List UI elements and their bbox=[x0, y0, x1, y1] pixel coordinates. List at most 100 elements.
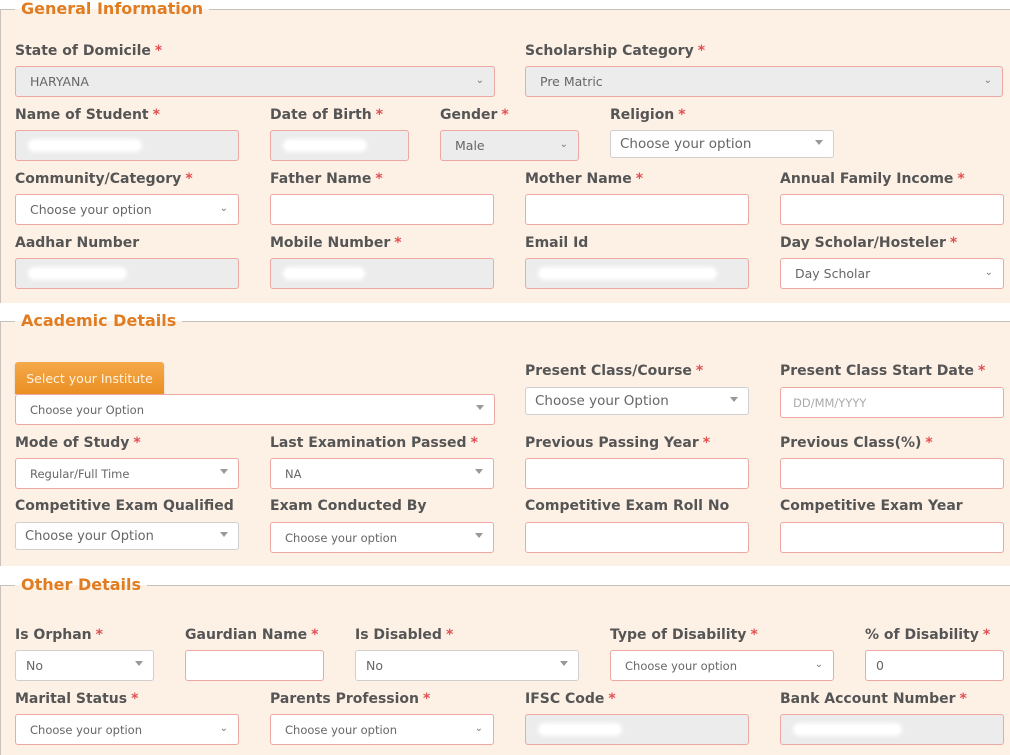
required-asterisk: * bbox=[750, 627, 758, 643]
field-label: Parents Profession * bbox=[270, 691, 430, 707]
field-label: Email Id bbox=[525, 235, 588, 251]
required-asterisk: * bbox=[375, 171, 383, 187]
field-label: Father Name * bbox=[270, 171, 383, 187]
field-label: Gender * bbox=[440, 107, 509, 123]
required-asterisk: * bbox=[702, 435, 711, 451]
chevron-down-icon: ⌄ bbox=[984, 267, 993, 278]
field-label: % of Disability * bbox=[865, 627, 990, 643]
field-label-text: Gender bbox=[440, 107, 498, 123]
chevron-down-icon: ⌄ bbox=[559, 139, 568, 150]
required-asterisk: * bbox=[152, 107, 160, 123]
mother-name-input[interactable] bbox=[525, 194, 749, 225]
type-of-disability-select[interactable]: Choose your option ⌄ bbox=[610, 650, 834, 681]
required-asterisk: * bbox=[608, 691, 616, 707]
field-label-text: Email Id bbox=[525, 235, 589, 251]
section-academic-details: Academic Details Select your Institute C… bbox=[0, 310, 1010, 566]
section-title-academic: Academic Details bbox=[15, 310, 183, 332]
percent-of-disability-input[interactable]: 0 bbox=[865, 650, 1004, 681]
redacted-value bbox=[30, 269, 125, 278]
required-asterisk: * bbox=[501, 107, 509, 123]
present-class-course-select[interactable]: Choose your Option bbox=[525, 387, 749, 415]
redacted-value bbox=[540, 269, 715, 278]
chevron-down-icon: ⌄ bbox=[474, 723, 483, 734]
institute-select[interactable]: Choose your Option bbox=[15, 394, 495, 425]
section-general-information: General Information State of Domicile * H… bbox=[0, 0, 1010, 303]
ifsc-code-input[interactable] bbox=[525, 714, 749, 745]
redacted-value bbox=[795, 725, 900, 734]
competitive-exam-qualified-select[interactable]: Choose your Option bbox=[15, 522, 239, 550]
chevron-down-icon: ⌄ bbox=[219, 203, 228, 214]
field-value: Choose your option bbox=[285, 722, 397, 737]
field-label-text: IFSC Code bbox=[525, 691, 605, 707]
previous-passing-year-input[interactable] bbox=[525, 458, 749, 489]
field-label-text: Marital Status bbox=[15, 691, 128, 707]
field-label: Mobile Number * bbox=[270, 235, 402, 251]
marital-status-select[interactable]: Choose your option ⌄ bbox=[15, 714, 239, 745]
field-label: Religion * bbox=[610, 107, 686, 123]
field-label: Annual Family Income * bbox=[780, 171, 965, 187]
field-label-text: Religion bbox=[610, 107, 675, 123]
redacted-value bbox=[285, 141, 365, 150]
day-scholar-hosteler-select[interactable]: Day Scholar ⌄ bbox=[780, 258, 1004, 289]
gender-select[interactable]: Male ⌄ bbox=[440, 130, 579, 161]
required-asterisk: * bbox=[697, 43, 706, 59]
field-value: DD/MM/YYYY bbox=[793, 395, 867, 410]
redacted-value bbox=[540, 725, 620, 734]
aadhar-number-input[interactable] bbox=[15, 258, 239, 289]
field-value: Choose your Option bbox=[25, 528, 154, 544]
date-of-birth-input[interactable] bbox=[270, 130, 409, 161]
name-of-student-input[interactable] bbox=[15, 130, 239, 161]
competitive-exam-year-input[interactable] bbox=[780, 522, 1004, 553]
caret-down-icon bbox=[220, 469, 228, 474]
email-id-input[interactable] bbox=[525, 258, 749, 289]
community-category-select[interactable]: Choose your option ⌄ bbox=[15, 194, 239, 225]
parents-profession-select[interactable]: Choose your option ⌄ bbox=[270, 714, 494, 745]
field-label-text: Exam Conducted By bbox=[270, 498, 427, 514]
required-asterisk: * bbox=[635, 171, 644, 187]
redacted-value bbox=[285, 269, 363, 278]
field-label-text: Mother Name bbox=[525, 171, 632, 187]
field-value: Choose your option bbox=[285, 530, 397, 545]
field-label-text: Name of Student bbox=[15, 107, 149, 123]
field-label-text: Previous Passing Year bbox=[525, 435, 699, 451]
field-label: IFSC Code * bbox=[525, 691, 616, 707]
field-label-text: Last Examination Passed bbox=[270, 435, 467, 451]
exam-conducted-by-select[interactable]: Choose your option bbox=[270, 522, 494, 553]
field-label: Name of Student * bbox=[15, 107, 160, 123]
caret-down-icon bbox=[815, 140, 823, 145]
section-title-general: General Information bbox=[15, 0, 210, 20]
last-examination-passed-select[interactable]: NA bbox=[270, 458, 494, 489]
field-value: Day Scholar bbox=[795, 266, 871, 281]
is-disabled-select[interactable]: No bbox=[355, 650, 579, 681]
father-name-input[interactable] bbox=[270, 194, 494, 225]
field-label: Present Class Start Date * bbox=[780, 363, 985, 379]
previous-class-percent-input[interactable] bbox=[780, 458, 1004, 489]
field-label: Marital Status * bbox=[15, 691, 138, 707]
present-class-start-date-input[interactable]: DD/MM/YYYY bbox=[780, 387, 1004, 418]
mobile-number-input[interactable] bbox=[270, 258, 494, 289]
chevron-down-icon: ⌄ bbox=[219, 723, 228, 734]
field-label: Competitive Exam Qualified bbox=[15, 498, 234, 514]
field-label: Community/Category * bbox=[15, 171, 193, 187]
mode-of-study-select[interactable]: Regular/Full Time bbox=[15, 458, 239, 489]
select-institute-button[interactable]: Select your Institute bbox=[15, 362, 164, 394]
required-asterisk: * bbox=[959, 691, 967, 707]
competitive-exam-roll-no-input[interactable] bbox=[525, 522, 749, 553]
bank-account-number-input[interactable] bbox=[780, 714, 1004, 745]
field-label-text: Gaurdian Name bbox=[185, 627, 308, 643]
field-label: Date of Birth * bbox=[270, 107, 383, 123]
field-label-text: State of Domicile bbox=[15, 43, 151, 59]
guardian-name-input[interactable] bbox=[185, 650, 324, 681]
is-orphan-select[interactable]: No bbox=[15, 650, 154, 681]
required-asterisk: * bbox=[925, 435, 933, 451]
field-label-text: Competitive Exam Roll No bbox=[525, 498, 730, 514]
scholarship-category-select[interactable]: Pre Matric ⌄ bbox=[525, 66, 1003, 97]
required-asterisk: * bbox=[982, 627, 991, 643]
state-of-domicile-select[interactable]: HARYANA ⌄ bbox=[15, 66, 495, 97]
redacted-value bbox=[30, 141, 140, 150]
required-asterisk: * bbox=[695, 363, 704, 379]
field-label: Scholarship Category * bbox=[525, 43, 705, 59]
field-label: Day Scholar/Hosteler * bbox=[780, 235, 957, 251]
annual-family-income-input[interactable] bbox=[780, 194, 1004, 225]
religion-select[interactable]: Choose your option bbox=[610, 130, 834, 158]
